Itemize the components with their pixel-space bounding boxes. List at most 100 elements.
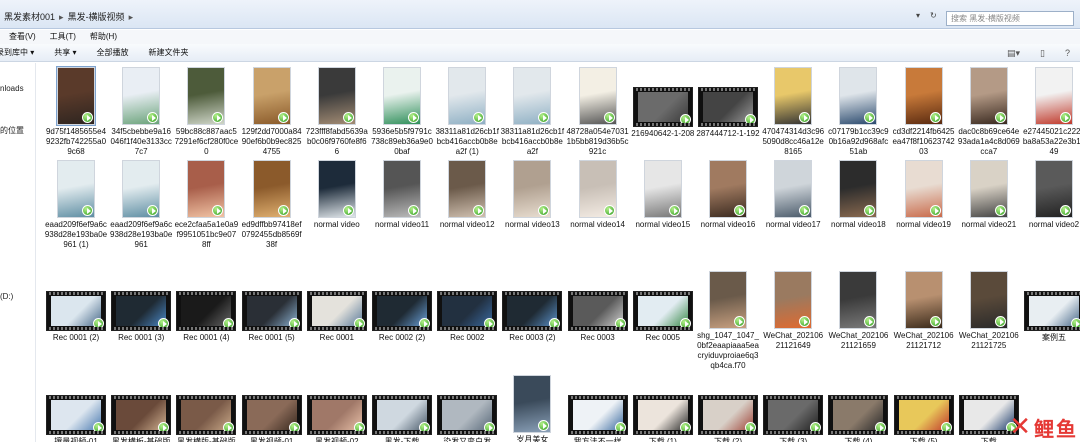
file-item[interactable]: WeChat_20210621121659 [826, 271, 890, 351]
file-item[interactable]: 攘量视频-01 [44, 395, 108, 442]
file-item[interactable]: normal video17 [761, 160, 825, 230]
file-item[interactable]: WeChat_20210621121725 [957, 271, 1021, 351]
file-item[interactable]: Rec 0003 [566, 291, 630, 343]
file-item[interactable]: normal video14 [566, 160, 630, 230]
file-item[interactable]: 黑发横板-基础版本01 [109, 395, 173, 442]
video-thumbnail [448, 160, 487, 218]
file-name: WeChat_20210621121725 [958, 331, 1019, 350]
file-item[interactable]: 下载 (3) [761, 395, 825, 442]
history-dropdown-icon[interactable]: ▾ [916, 11, 920, 20]
file-item[interactable]: 下载 (4) [826, 395, 890, 442]
file-item[interactable]: normal video21 [957, 160, 1021, 230]
file-item[interactable]: 黑发-下载 [370, 395, 434, 442]
file-item[interactable]: Rec 0002 (2) [370, 291, 434, 343]
file-item[interactable]: 723fff8fabd5639ab0c06f9760fe8f66 [305, 67, 369, 157]
file-item[interactable]: 216940642-1-208 [631, 87, 695, 139]
file-name: c07179b1cc39c90b16a92d968afc51ab [828, 127, 889, 156]
file-item[interactable]: eaad209f6ef9a6c938d28e193ba0e961 (1) [44, 160, 108, 250]
file-item[interactable]: Rec 0001 (3) [109, 291, 173, 343]
file-item[interactable]: Rec 0001 (4) [174, 291, 238, 343]
file-item[interactable]: normal video19 [892, 160, 956, 230]
file-item[interactable]: shg_1047_1047_0bf2eaapiaaa5eacryiduvproi… [696, 271, 760, 371]
media-player-icon [288, 318, 300, 329]
breadcrumb[interactable]: 黑发素材001 ▸ 黑发-横版视频 ▸ [4, 8, 133, 26]
change-view-icon[interactable]: ▤▾ [1007, 48, 1020, 59]
file-item[interactable]: cd3df2214fb6425ea47f8f1062374203 [892, 67, 956, 157]
file-item[interactable]: Rec 0002 [435, 291, 499, 343]
search-input[interactable]: 搜索 黑发-横版视频 [946, 11, 1074, 26]
new-folder-button[interactable]: 新建文件夹 [149, 44, 189, 61]
watermark-text: 鲤鱼 [1034, 418, 1078, 441]
file-name: Rec 0003 [580, 333, 615, 342]
menu-tools[interactable]: 工具(T) [50, 30, 76, 44]
file-name: 129f2dd7000a8490ef6b0b9ec8254755 [241, 127, 302, 156]
menu-view[interactable]: 查看(V) [9, 30, 36, 44]
file-item[interactable]: WeChat_20210621121649 [761, 271, 825, 351]
file-item[interactable]: Rec 0001 (2) [44, 291, 108, 343]
file-item[interactable]: 38311a81d26cb1fbcb416accb0b8ea2f [500, 67, 564, 157]
file-item[interactable]: Rec 0001 [305, 291, 369, 343]
breadcrumb-item[interactable]: 黑发素材001 [4, 8, 55, 26]
file-item[interactable]: 黑发视频-01 [240, 395, 304, 442]
file-item[interactable]: normal video2 [1022, 160, 1080, 230]
file-item[interactable]: normal video15 [631, 160, 695, 230]
file-item[interactable]: WeChat_20210621121712 [892, 271, 956, 351]
sidebar-item-recent-places[interactable]: 的位置 [0, 125, 24, 136]
breadcrumb-item[interactable]: 黑发-横版视频 [68, 8, 125, 26]
file-item[interactable]: 黑发视频-02 [305, 395, 369, 442]
file-name: Rec 0002 (2) [378, 333, 426, 342]
file-item[interactable]: normal video18 [826, 160, 890, 230]
file-item[interactable]: normal video13 [500, 160, 564, 230]
file-item[interactable]: 案例五 [1022, 291, 1080, 343]
file-item[interactable]: c07179b1cc39c90b16a92d968afc51ab [826, 67, 890, 157]
video-thumbnail [839, 271, 878, 329]
media-player-icon [538, 112, 550, 123]
file-item[interactable]: ed9dffbb97418ef0792455db8569f38f [240, 160, 304, 250]
file-item[interactable]: normal video12 [435, 160, 499, 230]
help-icon[interactable]: ? [1065, 48, 1070, 59]
file-item[interactable]: 我方法不一样 [566, 395, 630, 442]
file-item[interactable]: Rec 0001 (5) [240, 291, 304, 343]
file-name: 59bc88c887aac57291ef6cf280f0ce0 [174, 127, 239, 156]
menu-help[interactable]: 帮助(H) [90, 30, 117, 44]
file-item[interactable]: Rec 0005 [631, 291, 695, 343]
file-item[interactable]: Rec 0003 (2) [500, 291, 564, 343]
file-item[interactable]: 5936e5b5f9791c738c89eb36a9e00baf [370, 67, 434, 157]
play-all-button[interactable]: 全部播放 [97, 44, 129, 61]
file-item[interactable]: eaad209f6ef9a6c938d28e193ba0e961 [109, 160, 173, 250]
file-item[interactable]: 34f5cbebbe9a16046f1f40e3133cc7c7 [109, 67, 173, 157]
file-item[interactable]: 岁月美女 [500, 375, 564, 442]
video-thumbnail [187, 67, 226, 125]
file-item[interactable]: 下载 (1) [631, 395, 695, 442]
file-item[interactable]: 470474314d3c965090d8cc46a12e8165 [761, 67, 825, 157]
file-item[interactable]: 染发又变白发 [435, 395, 499, 442]
file-item[interactable]: 黑发横版-基础版本02 [174, 395, 238, 442]
sidebar-item-drive-d[interactable]: (D:) [0, 292, 13, 301]
file-name: cd3df2214fb6425ea47f8f1062374203 [892, 127, 955, 156]
file-item[interactable]: 287444712-1-192 [696, 87, 760, 139]
file-name: eaad209f6ef9a6c938d28e193ba0e961 (1) [44, 220, 108, 249]
file-item[interactable]: ece2cfaa5a1e0a9f9951051bc9e078ff [174, 160, 238, 250]
burn-to-library-button[interactable]: 刻录到库中 ▾ [0, 44, 34, 61]
file-item[interactable]: normal video [305, 160, 369, 230]
file-item[interactable]: e27445021c222aba8a53a22e3b1a49 [1022, 67, 1080, 157]
refresh-icon[interactable]: ↻ [930, 11, 937, 20]
file-name: WeChat_20210621121649 [763, 331, 824, 350]
file-item[interactable]: 48728a054e70311b5bb819d36b5c921c [566, 67, 630, 157]
file-item[interactable]: 38311a81d26cb1fbcb416accb0b8ea2f (1) [435, 67, 499, 157]
file-item[interactable]: 9d75f1485655e49232fb742255a09c68 [44, 66, 108, 157]
file-item[interactable]: normal video11 [370, 160, 434, 230]
video-thumbnail [709, 271, 747, 329]
file-item[interactable]: 下载 (2) [696, 395, 760, 442]
preview-pane-icon[interactable]: ▯ [1040, 48, 1045, 59]
file-item[interactable]: 59bc88c887aac57291ef6cf280f0ce0 [174, 67, 238, 157]
video-thumbnail [567, 395, 628, 435]
share-button[interactable]: 共享 ▾ [54, 44, 76, 61]
file-item[interactable]: normal video16 [696, 160, 760, 230]
file-item[interactable]: 129f2dd7000a8490ef6b0b9ec8254755 [240, 67, 304, 157]
file-item[interactable]: dac0c8b69ce64e93ada1a4c8d069cca7 [957, 67, 1021, 157]
video-thumbnail [969, 271, 1008, 329]
file-name: normal video11 [374, 220, 430, 229]
file-item[interactable]: 下载 (5) [892, 395, 956, 442]
sidebar-item-downloads[interactable]: nloads [0, 84, 24, 93]
